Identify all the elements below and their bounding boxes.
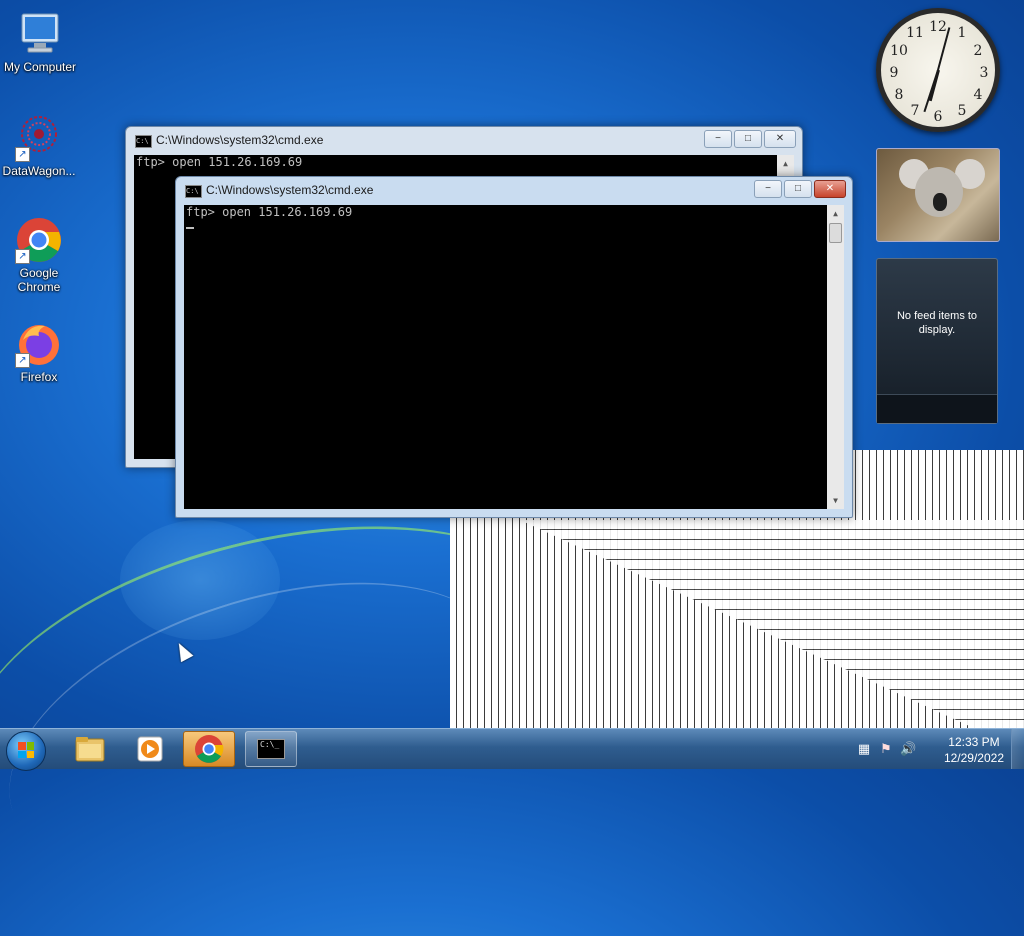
computer-icon (16, 10, 64, 58)
taskbar-clock[interactable]: 12:33 PM 12/29/2022 (944, 734, 1004, 766)
feed-headlines-gadget[interactable]: No feed items to display. (876, 258, 998, 424)
cmd-icon: C:\ (185, 185, 202, 198)
window-title: C:\Windows\system32\cmd.exe (156, 133, 324, 147)
desktop-icon-label: DataWagon... (2, 164, 76, 178)
media-player-icon (137, 736, 163, 762)
windows-logo-icon (18, 742, 34, 758)
shortcut-arrow-icon: ↗ (15, 147, 30, 162)
shortcut-arrow-icon: ↗ (15, 353, 30, 368)
shortcut-arrow-icon: ↗ (15, 249, 30, 264)
taskbar-chrome[interactable] (183, 731, 235, 767)
window-titlebar[interactable]: C:\ C:\Windows\system32\cmd.exe − □ ✕ (126, 127, 802, 154)
show-desktop-button[interactable] (1011, 729, 1024, 769)
feed-empty-message: No feed items to display. (896, 310, 978, 336)
window-title: C:\Windows\system32\cmd.exe (206, 183, 374, 197)
taskbar-media-player[interactable] (124, 731, 176, 767)
minimize-button[interactable]: − (754, 180, 782, 198)
clock-number: 4 (973, 87, 983, 103)
firefox-icon: ↗ (15, 320, 63, 368)
start-button[interactable] (6, 731, 46, 771)
clock-gadget[interactable]: 12 1 2 3 4 5 6 7 8 9 10 11 (876, 8, 1000, 132)
console-output[interactable]: ftp> open 151.26.169.69 ▲ ▼ (184, 205, 844, 509)
clock-number: 10 (890, 43, 908, 59)
desktop-icon-firefox[interactable]: ↗ Firefox (0, 320, 79, 384)
koala-nose (933, 193, 947, 211)
minimize-button[interactable]: − (704, 130, 732, 148)
network-icon[interactable]: ▦ (856, 741, 872, 757)
folder-icon (75, 737, 105, 762)
clock-number: 2 (973, 43, 983, 59)
taskbar-date: 12/29/2022 (943, 751, 1004, 765)
scroll-up-icon[interactable]: ▲ (827, 205, 844, 222)
action-center-flag-icon[interactable]: ⚑ (878, 741, 894, 757)
cmd-icon: C:\ (135, 135, 152, 148)
maximize-button[interactable]: □ (734, 130, 762, 148)
taskbar-explorer[interactable] (64, 731, 116, 767)
clock-number: 6 (933, 109, 943, 125)
scroll-up-icon[interactable]: ▲ (777, 155, 794, 172)
volume-icon[interactable]: 🔊 (900, 741, 916, 757)
maximize-button[interactable]: □ (784, 180, 812, 198)
clock-number: 5 (957, 103, 967, 119)
clock-number: 9 (889, 65, 899, 81)
console-line: ftp> open 151.26.169.69 (136, 155, 303, 169)
clock-number: 7 (910, 103, 920, 119)
close-button[interactable]: ✕ (764, 130, 796, 148)
system-tray: ▦ ⚑ 🔊 12:33 PM 12/29/2022 (854, 729, 1024, 769)
desktop-icon-label: My Computer (3, 60, 77, 74)
desktop-icon-label: Google Chrome (17, 266, 61, 294)
desktop-icon-datawagon[interactable]: ↗ DataWagon... (0, 114, 79, 178)
console-line: ftp> open 151.26.169.69 (186, 205, 353, 219)
close-button[interactable]: ✕ (814, 180, 846, 198)
clock-number: 11 (906, 25, 924, 41)
taskbar: C:\_ ▦ ⚑ 🔊 12:33 PM 12/29/2022 (0, 728, 1024, 771)
chrome-icon: ↗ (15, 216, 63, 264)
text-cursor (186, 227, 194, 229)
scroll-thumb[interactable] (829, 223, 842, 243)
desktop-icon-google-chrome[interactable]: ↗ Google Chrome (0, 216, 79, 294)
clock-number: 3 (979, 65, 989, 81)
clock-minute-hand (923, 69, 939, 113)
desktop-icon-my-computer[interactable]: My Computer (0, 10, 80, 74)
chrome-icon (195, 735, 224, 763)
datawagon-icon: ↗ (15, 114, 63, 162)
clock-number: 1 (957, 25, 967, 41)
desktop-icon-label: Firefox (20, 370, 58, 384)
clock-number: 12 (929, 19, 947, 35)
taskbar-time: 12:33 PM (948, 735, 1000, 749)
cmd-icon-text: C:\_ (260, 740, 280, 749)
vertical-scrollbar[interactable]: ▲ ▼ (827, 205, 844, 509)
feed-footer (877, 394, 997, 423)
clock-number: 8 (894, 87, 904, 103)
scroll-down-icon[interactable]: ▼ (827, 492, 844, 509)
slideshow-gadget[interactable] (876, 148, 1000, 242)
cmd-window-front[interactable]: C:\ C:\Windows\system32\cmd.exe − □ ✕ ft… (175, 176, 853, 518)
cmd-icon: C:\_ (257, 739, 285, 759)
window-titlebar[interactable]: C:\ C:\Windows\system32\cmd.exe − □ ✕ (176, 177, 852, 204)
taskbar-cmd[interactable]: C:\_ (245, 731, 297, 767)
